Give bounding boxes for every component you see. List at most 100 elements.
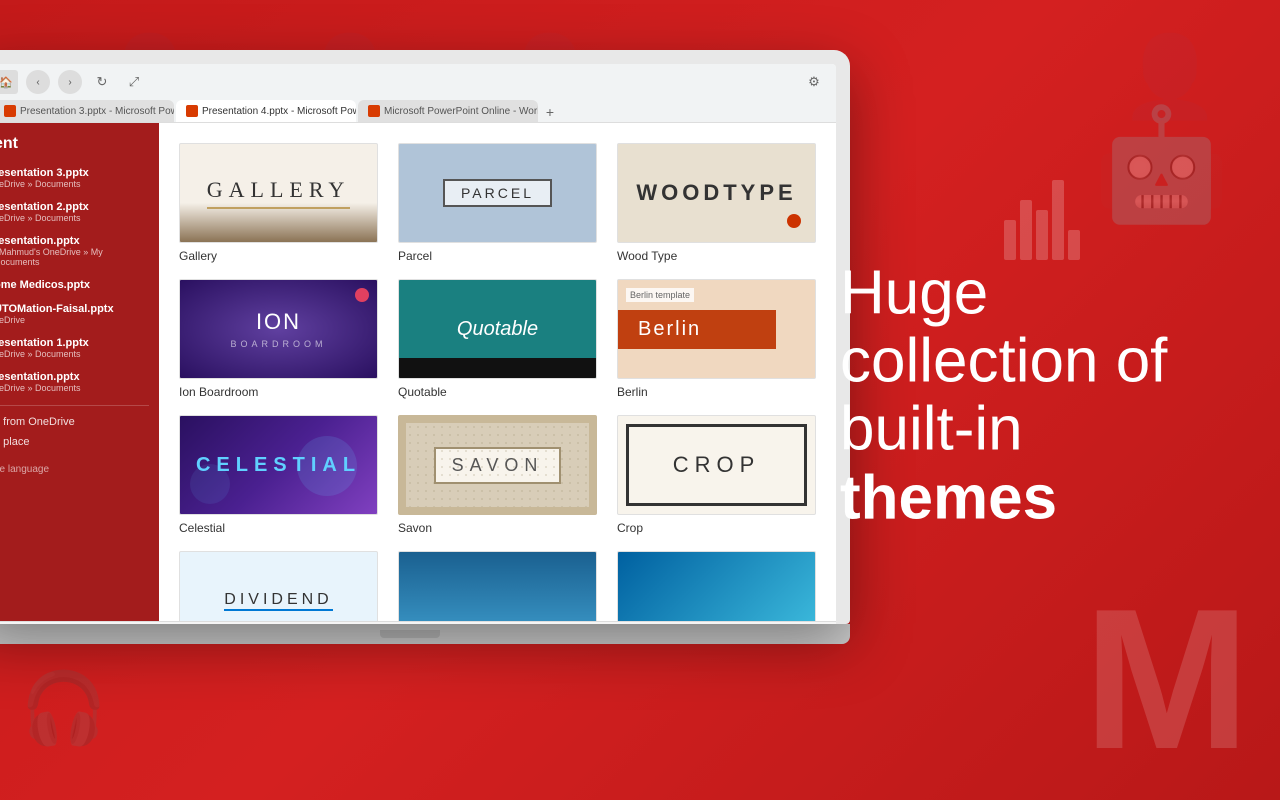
browser-toolbar: 🏠 ‹ › ↻ ⤢ ⚙	[0, 70, 826, 94]
sidebar-item-5[interactable]: resentation 1.pptx neDrive » Documents	[0, 337, 149, 359]
deco-m-watermark: M	[1083, 580, 1250, 780]
theme-woodtype-title: WOODTYPE	[636, 180, 796, 206]
theme-thumbnail-ion: ION BOARDROOM	[179, 279, 378, 379]
theme-thumbnail-crop: CROP	[617, 415, 816, 515]
sidebar-title: ent	[0, 135, 149, 153]
theme-quotable-title: Quotable	[457, 318, 538, 341]
sidebar-file-5-name: resentation 1.pptx	[0, 337, 149, 349]
sidebar-file-5-path: neDrive » Documents	[0, 349, 149, 359]
theme-thumbnail-blue2	[617, 551, 816, 621]
theme-item-berlin[interactable]: Berlin template Berlin Berlin	[617, 279, 816, 399]
theme-item-savon[interactable]: SAVON Savon	[398, 415, 597, 535]
tab-2-icon	[186, 105, 198, 117]
theme-item-celestial[interactable]: CELESTIAL Celestial	[179, 415, 378, 535]
laptop-screen: 🏠 ‹ › ↻ ⤢ ⚙ Presentation 3.pptx - Micros…	[0, 64, 836, 624]
sidebar-divider	[0, 405, 149, 406]
theme-thumbnail-dividend: DIVIDEND	[179, 551, 378, 621]
theme-name-quotable: Quotable	[398, 385, 597, 399]
home-button[interactable]: 🏠	[0, 70, 18, 94]
deco-headset-icon: 🎧	[20, 668, 107, 750]
theme-name-parcel: Parcel	[398, 249, 597, 263]
main-content: GALLERY Gallery PARCEL Parcel	[159, 123, 836, 621]
right-panel: Huge collection of built-in themes	[840, 260, 1220, 541]
laptop-shell: 🏠 ‹ › ↻ ⤢ ⚙ Presentation 3.pptx - Micros…	[0, 50, 850, 624]
sidebar-file-3-name: ome Medicos.pptx	[0, 279, 149, 291]
settings-button[interactable]: ⚙	[802, 70, 826, 94]
theme-parcel-title: PARCEL	[443, 179, 552, 207]
theme-item-quotable[interactable]: Quotable Quotable	[398, 279, 597, 399]
headline-line4: themes	[840, 464, 1220, 532]
sidebar-file-4-path: neDrive	[0, 315, 149, 325]
sidebar-item-2[interactable]: resentation.pptx f Mahmud's OneDrive » M…	[0, 235, 149, 267]
theme-ion-dot	[355, 288, 369, 302]
sidebar-language-link[interactable]: ge language	[0, 464, 149, 475]
sidebar: ent resentation 3.pptx neDrive » Documen…	[0, 123, 159, 621]
theme-woodtype-dot	[787, 214, 801, 228]
sidebar-item-0[interactable]: resentation 3.pptx neDrive » Documents	[0, 167, 149, 189]
tab-1-label: Presentation 3.pptx - Microsoft PowerPoi…	[20, 106, 174, 117]
crop-lines-2	[626, 424, 807, 506]
browser-chrome: 🏠 ‹ › ↻ ⤢ ⚙ Presentation 3.pptx - Micros…	[0, 64, 836, 123]
sidebar-link-1[interactable]: n place	[0, 436, 149, 448]
sidebar-item-1[interactable]: resentation 2.pptx neDrive » Documents	[0, 201, 149, 223]
headline-line3: built-in	[840, 395, 1023, 464]
back-button[interactable]: ‹	[26, 70, 50, 94]
deco-bar-chart	[1004, 180, 1080, 260]
theme-thumbnail-berlin: Berlin template Berlin	[617, 279, 816, 379]
sidebar-file-2-path: f Mahmud's OneDrive » My Documents	[0, 247, 149, 267]
theme-thumbnail-blue1	[398, 551, 597, 621]
theme-thumbnail-savon: SAVON	[398, 415, 597, 515]
theme-thumbnail-woodtype: WOODTYPE	[617, 143, 816, 243]
laptop-notch	[380, 630, 440, 638]
theme-item-crop[interactable]: CROP Crop	[617, 415, 816, 535]
headline-line2: collection of	[840, 327, 1167, 396]
theme-name-savon: Savon	[398, 521, 597, 535]
theme-berlin-bar: Berlin	[618, 310, 776, 349]
tab-3[interactable]: Microsoft PowerPoint Online - Work toget…	[358, 100, 538, 122]
expand-button[interactable]: ⤢	[122, 70, 146, 94]
tab-1[interactable]: Presentation 3.pptx - Microsoft PowerPoi…	[0, 100, 174, 122]
browser-tabs: Presentation 3.pptx - Microsoft PowerPoi…	[0, 100, 826, 122]
theme-thumbnail-quotable: Quotable	[398, 279, 597, 379]
theme-name-celestial: Celestial	[179, 521, 378, 535]
tab-3-label: Microsoft PowerPoint Online - Work toget…	[384, 106, 538, 117]
theme-name-ion: Ion Boardroom	[179, 385, 378, 399]
theme-item-parcel[interactable]: PARCEL Parcel	[398, 143, 597, 263]
theme-item-ion[interactable]: ION BOARDROOM Ion Boardroom	[179, 279, 378, 399]
refresh-button[interactable]: ↻	[90, 70, 114, 94]
headline-line1: Huge	[840, 259, 988, 328]
laptop: 🏠 ‹ › ↻ ⤢ ⚙ Presentation 3.pptx - Micros…	[0, 50, 850, 644]
theme-name-berlin: Berlin	[617, 385, 816, 399]
forward-button[interactable]: ›	[58, 70, 82, 94]
theme-name-gallery: Gallery	[179, 249, 378, 263]
sidebar-link-0[interactable]: n from OneDrive	[0, 416, 149, 428]
theme-name-crop: Crop	[617, 521, 816, 535]
laptop-base	[0, 624, 850, 644]
sidebar-file-6-name: resentation.pptx	[0, 371, 149, 383]
tab-2-label: Presentation 4.pptx - Microsoft PowerPoi…	[202, 106, 356, 117]
theme-dividend-title: DIVIDEND	[224, 591, 332, 611]
sidebar-item-3[interactable]: ome Medicos.pptx	[0, 279, 149, 291]
deco-robot-icon: 🤖	[1093, 100, 1230, 229]
theme-item-blue2[interactable]	[617, 551, 816, 621]
theme-thumbnail-celestial: CELESTIAL	[179, 415, 378, 515]
theme-berlin-title: Berlin	[638, 318, 701, 340]
sidebar-file-0-path: neDrive » Documents	[0, 179, 149, 189]
theme-item-blue1[interactable]	[398, 551, 597, 621]
tab-2[interactable]: Presentation 4.pptx - Microsoft PowerPoi…	[176, 100, 356, 122]
browser-footer: Accessibility Privacy and Cookies Legal …	[0, 621, 836, 624]
theme-gallery-title: GALLERY	[207, 177, 350, 209]
theme-item-woodtype[interactable]: WOODTYPE Wood Type	[617, 143, 816, 263]
theme-item-gallery[interactable]: GALLERY Gallery	[179, 143, 378, 263]
tab-1-icon	[4, 105, 16, 117]
theme-quotable-bar	[399, 358, 596, 378]
theme-thumbnail-gallery: GALLERY	[179, 143, 378, 243]
sidebar-item-4[interactable]: UTOMation-Faisal.pptx neDrive	[0, 303, 149, 325]
theme-grid: GALLERY Gallery PARCEL Parcel	[179, 143, 816, 621]
theme-name-woodtype: Wood Type	[617, 249, 816, 263]
new-tab-button[interactable]: +	[540, 102, 560, 122]
sidebar-file-0-name: resentation 3.pptx	[0, 167, 149, 179]
theme-item-dividend[interactable]: DIVIDEND Dividend	[179, 551, 378, 621]
sidebar-item-6[interactable]: resentation.pptx neDrive » Documents	[0, 371, 149, 393]
theme-celestial-title: CELESTIAL	[196, 454, 361, 477]
